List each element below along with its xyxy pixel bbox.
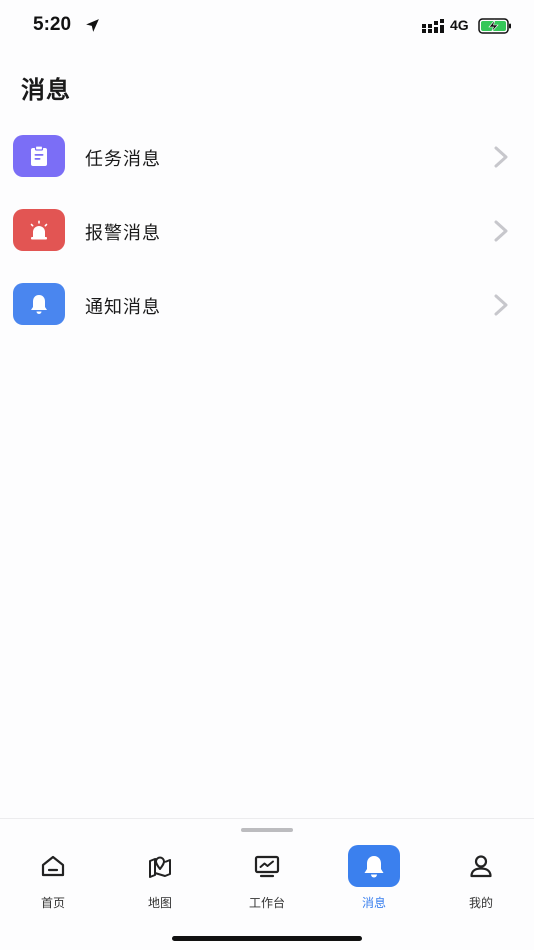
tab-workbench[interactable]: 工作台 [214, 845, 320, 915]
status-time: 5:20 [33, 14, 72, 35]
location-arrow-icon [86, 19, 99, 32]
tab-icon-wrap [27, 845, 79, 887]
user-icon [470, 855, 492, 878]
notice-message-icon-tile [13, 283, 65, 325]
message-item-label: 任务消息 [85, 149, 161, 170]
tab-label: 地图 [147, 896, 172, 910]
bottom-tab-bar: 首页 地图 工作台 消息 我的 [0, 818, 534, 950]
tab-icon-wrap [348, 845, 400, 887]
message-item-label: 通知消息 [85, 297, 161, 318]
workbench-icon [254, 855, 280, 878]
chevron-right-icon [494, 294, 508, 316]
tab-messages[interactable]: 消息 [321, 845, 427, 915]
tab-icon-wrap [241, 845, 293, 887]
tab-label: 工作台 [248, 896, 285, 910]
bell-icon [31, 295, 47, 314]
home-icon [41, 855, 65, 877]
chevron-right-icon [494, 220, 508, 242]
page-title: 消息 [21, 76, 71, 104]
message-category-list: 任务消息 报警消息 通知消息 [0, 118, 534, 340]
status-bar: 5:20 4G [0, 0, 534, 54]
bell-icon [364, 856, 384, 878]
tab-profile[interactable]: 我的 [428, 845, 534, 915]
alarm-message-icon-tile [13, 209, 65, 251]
tab-map[interactable]: 地图 [107, 845, 213, 915]
tab-label: 消息 [361, 896, 386, 910]
home-indicator [172, 936, 362, 941]
battery-charging-icon [478, 18, 511, 34]
task-message-icon-tile [13, 135, 65, 177]
alarm-siren-icon [30, 220, 48, 240]
tab-label: 首页 [40, 896, 65, 910]
signal-icon [422, 19, 444, 33]
tab-icon-wrap [134, 845, 186, 887]
message-item-alarm[interactable]: 报警消息 [0, 192, 534, 266]
drag-handle[interactable] [241, 828, 293, 832]
tab-icon-wrap [455, 845, 507, 887]
message-item-notice[interactable]: 通知消息 [0, 266, 534, 340]
message-item-task[interactable]: 任务消息 [0, 118, 534, 192]
map-icon [149, 856, 171, 878]
tab-label: 我的 [468, 896, 493, 910]
message-item-label: 报警消息 [85, 223, 161, 244]
app-screen: 5:20 4G 消息 任务消息 报警消息 通知消息 首页 地图 工作台 消息 我… [0, 0, 534, 950]
clipboard-icon [31, 145, 47, 166]
tab-home[interactable]: 首页 [0, 845, 106, 915]
chevron-right-icon [494, 146, 508, 168]
network-label: 4G [450, 17, 469, 33]
